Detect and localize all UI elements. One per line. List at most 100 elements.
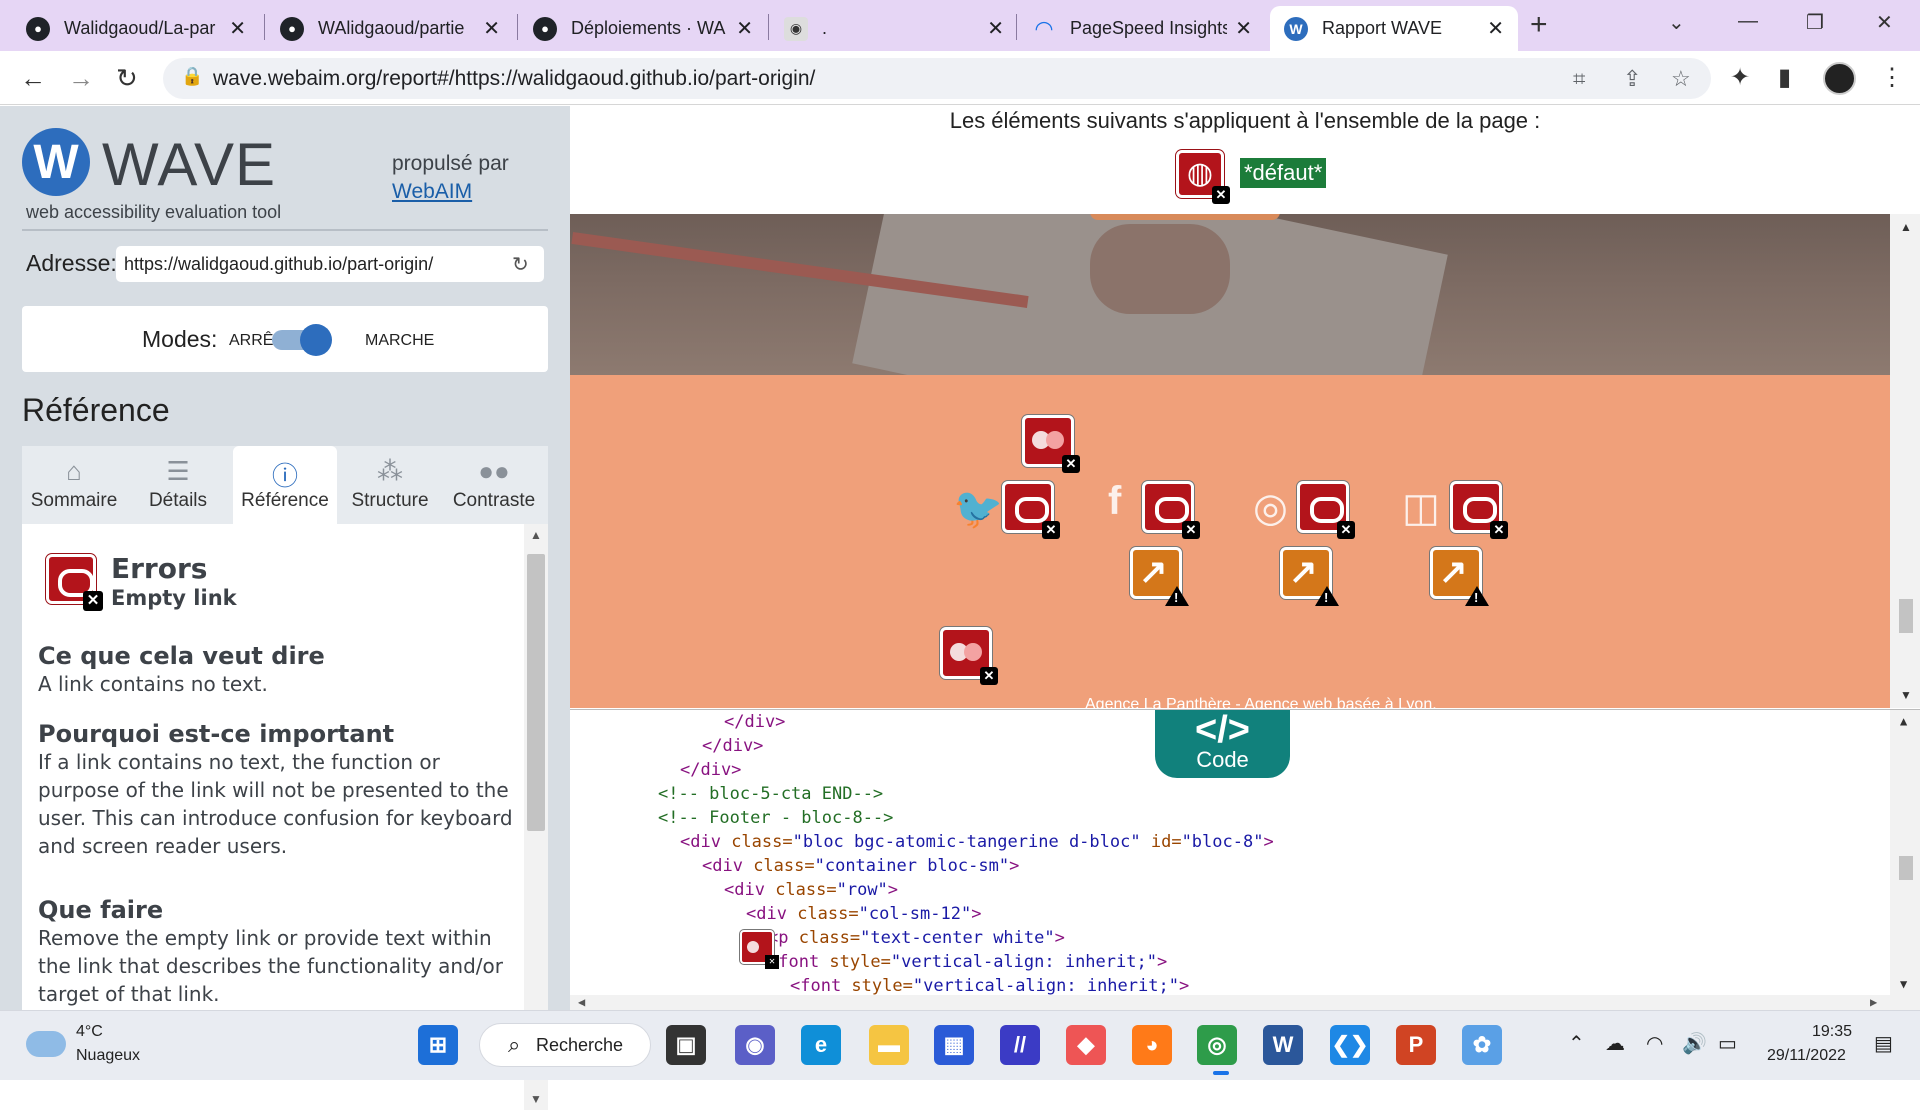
address-input[interactable]: https://walidgaoud.github.io/part-origin…: [116, 246, 544, 282]
cloud-icon[interactable]: [26, 1031, 66, 1057]
browser-tab-5[interactable]: ◠ PageSpeed Insights ✕: [1018, 6, 1266, 51]
webaim-link[interactable]: WebAIM: [392, 180, 472, 203]
code-toggle-button[interactable]: </> Code: [1155, 710, 1290, 778]
section-what-to-do: Que faire Remove the empty link or provi…: [38, 896, 518, 1008]
empty-paragraph-error-icon[interactable]: ✕: [1022, 415, 1080, 473]
close-tab-icon[interactable]: ✕: [736, 16, 753, 41]
menu-icon[interactable]: ⋮: [1880, 63, 1904, 92]
scroll-up-icon[interactable]: ▲: [1900, 714, 1907, 728]
weather-description[interactable]: Nuageux: [76, 1047, 140, 1065]
scroll-down-icon[interactable]: ▼: [530, 1092, 542, 1106]
task-view-icon[interactable]: ▣: [666, 1025, 706, 1065]
code-scrollbar[interactable]: ▲ ▼: [1890, 710, 1920, 1011]
instagram-icon[interactable]: ◫: [1402, 485, 1440, 531]
twitter-icon[interactable]: 🐦: [953, 485, 1003, 532]
tab-sommaire[interactable]: ⌂ Sommaire: [22, 446, 126, 524]
git-icon[interactable]: ◆: [1066, 1025, 1106, 1065]
minimize-icon[interactable]: —: [1738, 10, 1758, 33]
volume-icon[interactable]: 🔊: [1682, 1031, 1707, 1056]
empty-link-error-icon[interactable]: ✕: [1142, 481, 1200, 539]
store-icon[interactable]: ▦: [934, 1025, 974, 1065]
browser-tab-1[interactable]: ● Walidgaoud/La-par ✕: [12, 6, 260, 51]
code-error-icon[interactable]: ✕: [740, 930, 779, 969]
teams-chat-icon[interactable]: ◉: [735, 1025, 775, 1065]
tab-details[interactable]: ☰ Détails: [126, 446, 230, 524]
scroll-down-icon[interactable]: ▼: [1900, 977, 1907, 991]
app-icon[interactable]: ✿: [1462, 1025, 1502, 1065]
browser-tab-4[interactable]: ◉ . ✕: [770, 6, 1018, 51]
tab-reference[interactable]: ⓘ Référence: [233, 446, 337, 524]
language-error-icon[interactable]: ◍ ✕: [1176, 150, 1230, 204]
clock-date[interactable]: 29/11/2022: [1767, 1047, 1846, 1065]
extensions-icon[interactable]: ✦: [1730, 63, 1750, 92]
close-tab-icon[interactable]: ✕: [987, 16, 1004, 41]
modes-toggle[interactable]: [272, 324, 332, 356]
restore-icon[interactable]: ❐: [1806, 10, 1824, 35]
word-icon[interactable]: W: [1263, 1025, 1303, 1065]
site-footer: ✕ Agence La Panthère - Agence web basée …: [570, 375, 1890, 713]
facebook-icon[interactable]: f: [1108, 479, 1121, 524]
scroll-down-icon[interactable]: ▼: [1900, 688, 1912, 702]
close-tab-icon[interactable]: ✕: [483, 16, 500, 41]
share-icon[interactable]: ⇪: [1623, 66, 1641, 92]
tray-overflow-icon[interactable]: ⌃: [1568, 1031, 1585, 1056]
empty-link-error-icon[interactable]: ✕: [1450, 481, 1508, 539]
edge-icon[interactable]: e: [801, 1025, 841, 1065]
app-icon[interactable]: //: [1000, 1025, 1040, 1065]
close-tab-icon[interactable]: ✕: [1487, 16, 1504, 41]
scroll-thumb[interactable]: [1899, 599, 1913, 633]
wifi-icon[interactable]: ◠: [1646, 1031, 1663, 1056]
dribbble-icon[interactable]: ◎: [1253, 485, 1288, 531]
mode-on-label[interactable]: MARCHE: [365, 332, 434, 350]
lock-icon[interactable]: 🔒: [181, 66, 203, 87]
reload-icon[interactable]: ↻: [116, 63, 138, 94]
taskbar-search[interactable]: ⌕ Recherche: [479, 1023, 651, 1067]
empty-link-error-icon[interactable]: ✕: [1297, 481, 1355, 539]
powerpoint-icon[interactable]: P: [1396, 1025, 1436, 1065]
tab-structure[interactable]: ⁂ Structure: [338, 446, 442, 524]
close-window-icon[interactable]: ✕: [1876, 10, 1893, 35]
notifications-icon[interactable]: ▤: [1874, 1031, 1893, 1056]
forward-icon[interactable]: →: [68, 63, 94, 94]
bookmark-star-icon[interactable]: ☆: [1671, 66, 1691, 92]
tab-search-icon[interactable]: ⌄: [1668, 10, 1685, 35]
redundant-link-alert-icon[interactable]: [1430, 547, 1489, 606]
translate-icon[interactable]: ⌗: [1573, 66, 1585, 92]
scroll-right-icon[interactable]: ▶: [1870, 995, 1877, 1009]
side-panel-icon[interactable]: ▮: [1778, 63, 1791, 92]
redundant-link-alert-icon[interactable]: [1280, 547, 1339, 606]
file-explorer-icon[interactable]: ▬: [869, 1025, 909, 1065]
tab-contraste[interactable]: ●● Contraste: [442, 446, 546, 524]
scroll-left-icon[interactable]: ◀: [578, 995, 585, 1009]
scroll-thumb[interactable]: [527, 554, 545, 831]
redundant-link-alert-icon[interactable]: [1130, 547, 1189, 606]
url-text[interactable]: wave.webaim.org/report#/https://walidgao…: [213, 67, 815, 91]
vscode-icon[interactable]: ❮❯: [1330, 1025, 1370, 1065]
new-tab-button[interactable]: +: [1530, 8, 1548, 42]
scroll-thumb[interactable]: [1899, 856, 1913, 880]
address-bar[interactable]: 🔒 wave.webaim.org/report#/https://walidg…: [163, 58, 1711, 99]
close-tab-icon[interactable]: ✕: [229, 16, 246, 41]
browser-tab-2[interactable]: ● WAlidgaoud/partie ✕: [266, 6, 514, 51]
weather-temperature[interactable]: 4°C: [76, 1023, 103, 1041]
toggle-knob[interactable]: [300, 324, 332, 356]
close-tab-icon[interactable]: ✕: [1235, 16, 1252, 41]
back-icon[interactable]: ←: [20, 63, 46, 94]
browser-tab-active[interactable]: W Rapport WAVE ✕: [1270, 6, 1518, 51]
profile-avatar[interactable]: [1823, 62, 1856, 95]
empty-link-error-icon[interactable]: ✕: [1002, 481, 1060, 539]
start-icon[interactable]: ⊞: [418, 1025, 458, 1065]
scroll-up-icon[interactable]: ▲: [530, 528, 542, 542]
clock-time[interactable]: 19:35: [1812, 1023, 1852, 1041]
tab-title: Rapport WAVE: [1322, 18, 1443, 38]
firefox-icon[interactable]: ◕: [1132, 1025, 1172, 1065]
scroll-up-icon[interactable]: ▲: [1900, 220, 1912, 234]
onedrive-icon[interactable]: ☁: [1605, 1031, 1625, 1056]
battery-icon[interactable]: ▭: [1718, 1031, 1737, 1056]
chrome-icon[interactable]: ◎: [1197, 1025, 1237, 1065]
code-horizontal-scrollbar[interactable]: ◀ ▶: [570, 995, 1890, 1011]
browser-tab-3[interactable]: ● Déploiements · WA ✕: [519, 6, 767, 51]
refresh-icon[interactable]: ↻: [512, 252, 529, 277]
empty-paragraph-error-icon[interactable]: ✕: [940, 627, 998, 685]
report-scrollbar[interactable]: ▲ ▼: [1890, 214, 1920, 708]
